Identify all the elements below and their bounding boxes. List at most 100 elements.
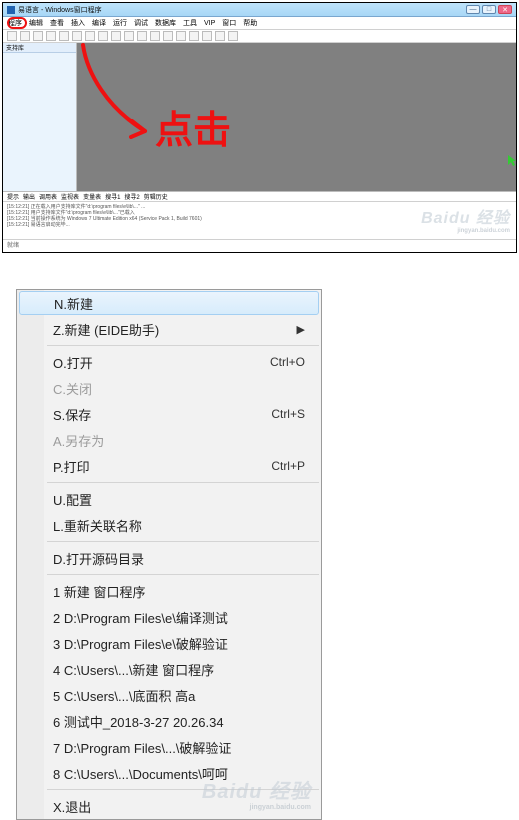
status-text: 就绪 xyxy=(7,240,19,249)
menu-debug[interactable]: 调试 xyxy=(134,18,148,28)
side-panel-body[interactable] xyxy=(3,53,76,191)
menu-shortcut: Ctrl+P xyxy=(271,459,305,473)
maximize-button[interactable]: □ xyxy=(482,5,496,14)
toolbar-button[interactable] xyxy=(98,31,108,41)
menu-item[interactable]: Z.新建 (EIDE助手) ▶ xyxy=(17,316,321,342)
app-icon xyxy=(7,6,15,14)
menu-item-label: Z.新建 (EIDE助手) xyxy=(53,320,159,339)
menu-item-label: 8 C:\Users\...\Documents\呵呵 xyxy=(53,764,228,783)
menu-separator xyxy=(47,541,319,542)
menu-separator xyxy=(47,482,319,483)
menu-item-label: U.配置 xyxy=(53,490,92,509)
annotation-text: 点击 xyxy=(155,110,231,152)
output-tab[interactable]: 调用表 xyxy=(39,192,57,201)
menu-database[interactable]: 数据库 xyxy=(155,18,176,28)
menu-item-label: A.另存为 xyxy=(53,431,104,450)
menu-item-label: 6 测试中_2018-3-27 20.26.34 xyxy=(53,712,224,731)
toolbar-button[interactable] xyxy=(59,31,69,41)
menu-item-label: S.保存 xyxy=(53,405,91,424)
menu-item-label: 4 C:\Users\...\新建 窗口程序 xyxy=(53,660,214,679)
menu-item[interactable]: 7 D:\Program Files\...\破解验证 xyxy=(17,734,321,760)
menu-item[interactable]: 2 D:\Program Files\e\编译测试 xyxy=(17,604,321,630)
app-window: 易语言 - Windows窗口程序 — □ ✕ 程序 编辑 查看 插入 编译 运… xyxy=(2,2,517,253)
menu-item[interactable]: 1 新建 窗口程序 xyxy=(17,578,321,604)
watermark: Baidu 经验 jingyan.baidu.com xyxy=(421,204,510,234)
menu-shortcut: Ctrl+O xyxy=(270,355,305,369)
menu-item[interactable]: 3 D:\Program Files\e\破解验证 xyxy=(17,630,321,656)
toolbar-button[interactable] xyxy=(33,31,43,41)
side-panel: 支持库 xyxy=(3,43,77,191)
output-tabs: 提示 输出 调用表 监视表 变量表 搜寻1 搜寻2 剪辑历史 xyxy=(3,192,516,202)
toolbar-button[interactable] xyxy=(85,31,95,41)
menu-item: A.另存为 xyxy=(17,427,321,453)
menu-item[interactable]: 5 C:\Users\...\底面积 高a xyxy=(17,682,321,708)
menu-help[interactable]: 帮助 xyxy=(243,18,257,28)
menu-separator xyxy=(47,345,319,346)
toolbar-button[interactable] xyxy=(189,31,199,41)
menu-separator xyxy=(47,574,319,575)
close-button[interactable]: ✕ xyxy=(498,5,512,14)
statusbar: 就绪 xyxy=(3,239,516,249)
workspace: 支持库 点击 xyxy=(3,43,516,191)
menu-tools[interactable]: 工具 xyxy=(183,18,197,28)
menu-item[interactable]: 8 C:\Users\...\Documents\呵呵 xyxy=(17,760,321,786)
toolbar-button[interactable] xyxy=(20,31,30,41)
output-tab[interactable]: 搜寻1 xyxy=(105,192,120,201)
menu-item[interactable]: 6 测试中_2018-3-27 20.26.34 xyxy=(17,708,321,734)
output-tab[interactable]: 提示 xyxy=(7,192,19,201)
menubar: 程序 编辑 查看 插入 编译 运行 调试 数据库 工具 VIP 窗口 帮助 xyxy=(3,17,516,30)
toolbar-button[interactable] xyxy=(7,31,17,41)
menu-item[interactable]: S.保存Ctrl+S xyxy=(17,401,321,427)
output-tab[interactable]: 监视表 xyxy=(61,192,79,201)
toolbar-button[interactable] xyxy=(215,31,225,41)
menu-insert[interactable]: 插入 xyxy=(71,18,85,28)
menu-program[interactable]: 程序 xyxy=(8,18,22,28)
menu-run[interactable]: 运行 xyxy=(113,18,127,28)
menu-item-label: X.退出 xyxy=(53,797,91,816)
toolbar-button[interactable] xyxy=(72,31,82,41)
toolbar-button[interactable] xyxy=(111,31,121,41)
side-panel-header: 支持库 xyxy=(3,43,76,53)
design-canvas[interactable]: 点击 xyxy=(77,43,516,191)
menu-vip[interactable]: VIP xyxy=(204,20,215,27)
titlebar: 易语言 - Windows窗口程序 — □ ✕ xyxy=(3,3,516,17)
submenu-arrow-icon: ▶ xyxy=(297,323,305,336)
minimize-button[interactable]: — xyxy=(466,5,480,14)
window-buttons: — □ ✕ xyxy=(466,5,512,14)
menu-item[interactable]: X.退出 xyxy=(17,793,321,819)
output-tab[interactable]: 剪辑历史 xyxy=(144,192,168,201)
menu-item[interactable]: D.打开源码目录 xyxy=(17,545,321,571)
menu-item: C.关闭 xyxy=(17,375,321,401)
menu-item-label: D.打开源码目录 xyxy=(53,549,144,568)
toolbar-button[interactable] xyxy=(124,31,134,41)
menu-item-label: C.关闭 xyxy=(53,379,92,398)
menu-compile[interactable]: 编译 xyxy=(92,18,106,28)
toolbar-button[interactable] xyxy=(150,31,160,41)
menu-item-label: P.打印 xyxy=(53,457,90,476)
menu-view[interactable]: 查看 xyxy=(50,18,64,28)
menu-item[interactable]: U.配置 xyxy=(17,486,321,512)
menu-item-label: L.重新关联名称 xyxy=(53,516,142,535)
toolbar-button[interactable] xyxy=(137,31,147,41)
menu-item[interactable]: N.新建 xyxy=(19,291,319,315)
menu-item[interactable]: 4 C:\Users\...\新建 窗口程序 xyxy=(17,656,321,682)
toolbar-button[interactable] xyxy=(163,31,173,41)
toolbar-button[interactable] xyxy=(228,31,238,41)
output-tab[interactable]: 搜寻2 xyxy=(124,192,139,201)
menu-item[interactable]: O.打开Ctrl+O xyxy=(17,349,321,375)
toolbar xyxy=(3,30,516,43)
output-tab[interactable]: 变量表 xyxy=(83,192,101,201)
toolbar-button[interactable] xyxy=(176,31,186,41)
menu-item-label: 2 D:\Program Files\e\编译测试 xyxy=(53,608,228,627)
annotation-arrow: 点击 xyxy=(77,43,257,193)
toolbar-button[interactable] xyxy=(202,31,212,41)
menu-edit[interactable]: 编辑 xyxy=(29,18,43,28)
window-title: 易语言 - Windows窗口程序 xyxy=(18,5,102,15)
menu-item[interactable]: P.打印 Ctrl+P xyxy=(17,453,321,479)
cursor-icon xyxy=(508,155,516,167)
output-tab[interactable]: 输出 xyxy=(23,192,35,201)
menu-item-label: 7 D:\Program Files\...\破解验证 xyxy=(53,738,231,757)
menu-window[interactable]: 窗口 xyxy=(222,18,236,28)
toolbar-button[interactable] xyxy=(46,31,56,41)
menu-item[interactable]: L.重新关联名称 xyxy=(17,512,321,538)
